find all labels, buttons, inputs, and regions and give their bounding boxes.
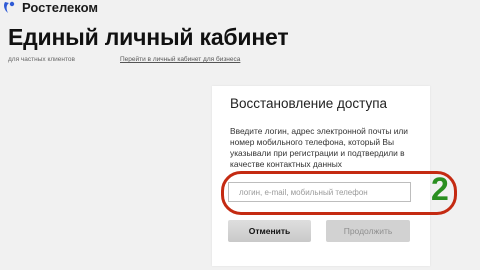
business-cabinet-link[interactable]: Перейти в личный кабинет для бизнеса (120, 56, 240, 63)
page-title: Единый личный кабинет (8, 24, 289, 50)
cancel-button[interactable]: Отменить (228, 220, 311, 242)
header-logo[interactable]: Ростелеком (0, 0, 98, 15)
continue-button[interactable]: Продолжить (326, 220, 410, 242)
recovery-title: Восстановление доступа (230, 96, 388, 111)
input-highlight-ring (221, 171, 457, 215)
logo-text: Ростелеком (22, 0, 98, 15)
recovery-description: Введите логин, адрес электронной почты и… (230, 126, 408, 169)
step-number-annotation: 2 (431, 171, 449, 207)
private-clients-label: для частных клиентов (8, 56, 75, 63)
rostelecom-logo-icon (2, 1, 16, 14)
